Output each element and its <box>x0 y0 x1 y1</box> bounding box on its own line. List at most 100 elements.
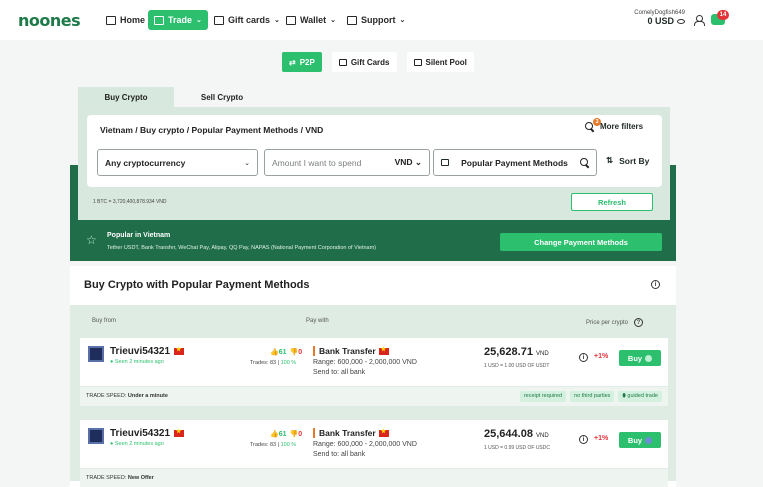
amount-field[interactable]: Amount I want to spend VND ⌄ <box>264 149 430 176</box>
usdc-icon <box>645 436 653 444</box>
nav-home[interactable]: Home <box>100 10 151 30</box>
info-icon[interactable]: i <box>579 353 588 362</box>
payment-method[interactable]: Bank Transfer <box>313 346 389 356</box>
nav-trade-label: Trade <box>168 15 193 25</box>
tab-gift-cards-label: Gift Cards <box>350 57 390 67</box>
more-filters-button[interactable]: 3 More filters <box>585 118 644 131</box>
chevron-down-icon: ⌄ <box>274 17 280 24</box>
balance-row: 0 USD <box>634 16 685 26</box>
filter-count-badge: 3 <box>593 118 601 126</box>
price: 25,644.08 VND <box>484 428 549 440</box>
tag: no third parties <box>570 391 615 402</box>
breadcrumb: Vietnam / Buy crypto / Popular Payment M… <box>100 125 324 135</box>
popular-strip: ☆ Popular in Vietnam Tether USDT, Bank T… <box>70 223 676 261</box>
feedback: 👍61 👎0 <box>270 348 302 356</box>
search-icon: 3 <box>585 118 601 131</box>
range: Range: 600,000 - 2,000,000 VND <box>313 441 417 448</box>
tab-p2p[interactable]: ⇄ P2P <box>282 52 322 72</box>
vietnam-flag-icon <box>378 346 389 355</box>
price-unit: VND <box>536 433 549 439</box>
trades-pct: 100 % <box>280 442 297 448</box>
buy-button[interactable]: Buy <box>619 432 661 448</box>
vietnam-flag-icon <box>174 346 185 355</box>
chevron-down-icon: ⌄ <box>196 17 202 24</box>
positive-feedback: 👍61 <box>270 349 287 356</box>
refresh-button[interactable]: Refresh <box>571 193 653 211</box>
logo[interactable]: noones <box>18 11 81 30</box>
col-price-label: Price per crypto <box>586 319 629 326</box>
range: Range: 600,000 - 2,000,000 VND <box>313 359 417 366</box>
trades-count: Trades: 83 | 100 % <box>250 442 296 448</box>
info-icon[interactable]: i <box>651 280 660 289</box>
username[interactable]: Trieuvi54321 <box>110 428 170 439</box>
trade-speed-label: TRADE SPEED: <box>86 393 127 399</box>
btc-rate: 1 BTC = 3,720,400,878.934 VND <box>93 199 167 205</box>
currency-select[interactable]: VND ⌄ <box>395 157 422 168</box>
crypto-select[interactable]: Any cryptocurrency ⌄ <box>97 149 258 176</box>
notification-badge: 14 <box>717 10 729 20</box>
payment-method[interactable]: Bank Transfer <box>313 428 389 438</box>
cart-icon <box>441 159 449 166</box>
buy-button[interactable]: Buy <box>619 350 661 366</box>
vietnam-flag-icon <box>174 428 185 437</box>
col-buy-from: Buy from <box>92 318 117 324</box>
payment-method-label: Bank Transfer <box>319 428 376 438</box>
info-icon[interactable]: i <box>579 435 588 444</box>
buy-label: Buy <box>627 353 643 363</box>
tab-buy-crypto[interactable]: Buy Crypto <box>78 87 174 107</box>
price-value: 25,628.71 <box>484 346 533 358</box>
negative-feedback: 👎0 <box>289 349 303 356</box>
trade-speed-value: Under a minute <box>127 393 168 399</box>
price-value: 25,644.08 <box>484 428 533 440</box>
trade-meta: TRADE SPEED: New Offer <box>80 468 668 487</box>
chevron-down-icon: ⌄ <box>330 17 337 24</box>
avatar[interactable] <box>88 428 104 444</box>
username[interactable]: Trieuvi54321 <box>110 346 170 357</box>
offers-title: Buy Crypto with Popular Payment Methods <box>84 279 310 291</box>
margin: +1% <box>594 353 609 360</box>
gift-icon <box>214 15 224 25</box>
price: 25,628.71 VND <box>484 346 549 358</box>
pool-icon <box>413 58 422 66</box>
tab-silent-pool[interactable]: Silent Pool <box>406 52 474 72</box>
tab-p2p-label: P2P <box>299 57 315 67</box>
gift-icon <box>338 58 347 66</box>
nav-trade[interactable]: Trade ⌄ <box>148 10 208 30</box>
trades-count: Trades: 83 | 100 % <box>250 360 296 366</box>
nav-gift-cards[interactable]: Gift cards ⌄ <box>208 10 286 30</box>
positive-feedback: 👍61 <box>270 431 287 438</box>
buy-label: Buy <box>627 435 643 445</box>
mode-tabs: ⇄ P2P Gift Cards Silent Pool <box>282 52 474 72</box>
sort-by-label: Sort By <box>619 155 650 166</box>
help-icon[interactable]: ? <box>634 318 644 327</box>
margin: +1% <box>594 435 609 442</box>
table-row: Trieuvi54321 ● Seen 2 minutes ago 👍61👎0 … <box>80 338 668 386</box>
profile-icon[interactable] <box>694 15 705 26</box>
nav-wallet[interactable]: Wallet ⌄ <box>280 10 342 30</box>
trade-meta: TRADE SPEED: Under a minute receipt requ… <box>80 386 668 406</box>
trade-speed-label: TRADE SPEED: <box>86 475 127 481</box>
sort-by-button[interactable]: ⇅ Sort By <box>606 155 649 166</box>
offer-user: Trieuvi54321 <box>110 346 185 357</box>
trades-pct: 100 % <box>280 360 297 366</box>
seen-status: ● Seen 2 minutes ago <box>110 441 164 447</box>
nav-support[interactable]: Support ⌄ <box>341 10 411 30</box>
eye-icon[interactable] <box>677 18 685 24</box>
nav-wallet-label: Wallet <box>300 15 327 25</box>
cart-icon <box>154 15 164 25</box>
change-payment-methods-button[interactable]: Change Payment Methods <box>500 233 662 251</box>
send-to: Send to: all bank <box>313 451 366 458</box>
offer-tags: receipt required no third parties ⬮ guid… <box>519 391 662 402</box>
payment-method-field[interactable]: Popular Payment Methods <box>433 149 597 176</box>
user-balance[interactable]: ComelyDogfish649 0 USD <box>634 10 685 26</box>
send-to: Send to: all bank <box>313 369 366 376</box>
offer-user: Trieuvi54321 <box>110 428 185 439</box>
usd-rate: 1 USD = 0.99 USD OF USDC <box>484 445 550 451</box>
tab-sell-crypto[interactable]: Sell Crypto <box>174 87 270 107</box>
tab-gift-cards[interactable]: Gift Cards <box>331 52 397 72</box>
price-unit: VND <box>536 351 549 357</box>
popular-title: Popular in Vietnam <box>107 232 171 239</box>
avatar[interactable] <box>88 346 104 362</box>
top-nav: noones Home Trade ⌄ Gift cards ⌄ Wallet … <box>0 0 763 40</box>
more-filters-label: More filters <box>600 122 644 131</box>
